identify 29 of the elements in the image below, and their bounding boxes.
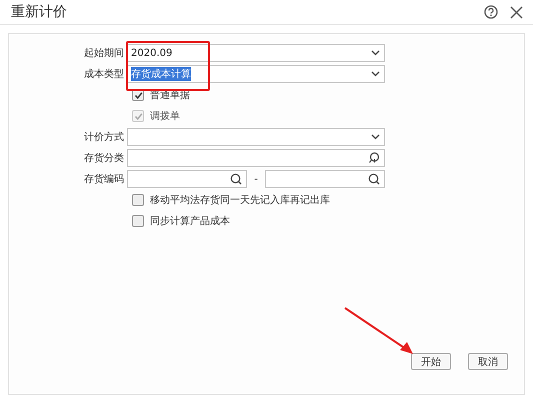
field-label: 成本类型 — [83, 68, 125, 81]
start-button[interactable]: 开始 — [411, 353, 451, 370]
field-label: 存货分类 — [83, 152, 125, 165]
dropdown-field[interactable]: 2020.09 — [127, 44, 385, 62]
close-icon[interactable] — [510, 6, 523, 18]
checkbox-label: 移动平均法存货同一天先记入库再记出库 — [150, 194, 330, 207]
annotation-arrow — [343, 306, 415, 356]
caret-icon — [371, 71, 380, 77]
caret-icon — [371, 50, 380, 56]
caret-icon — [371, 134, 380, 140]
cancel-button[interactable]: 取消 — [468, 353, 508, 370]
checkbox-label: 同步计算产品成本 — [150, 214, 230, 228]
dropdown-field[interactable] — [127, 128, 385, 146]
dropdown-field[interactable]: 存货成本计算 — [127, 65, 385, 83]
search-icon[interactable] — [368, 173, 380, 185]
code-to-field[interactable] — [265, 170, 385, 188]
field-label: 起始期间 — [83, 46, 125, 60]
checkbox[interactable] — [132, 215, 144, 227]
code-from-field[interactable] — [127, 170, 247, 188]
field-label: 计价方式 — [83, 130, 125, 144]
lookup-field[interactable] — [127, 149, 385, 167]
range-separator: - — [253, 174, 259, 184]
window-title: 重新计价 — [11, 3, 68, 21]
checkbox[interactable] — [132, 194, 144, 206]
search-icon[interactable] — [230, 173, 242, 185]
field-label: 存货编码 — [83, 172, 125, 186]
checkbox-label: 调拨单 — [150, 110, 180, 123]
search-icon[interactable] — [368, 152, 380, 164]
help-icon[interactable] — [484, 5, 498, 19]
